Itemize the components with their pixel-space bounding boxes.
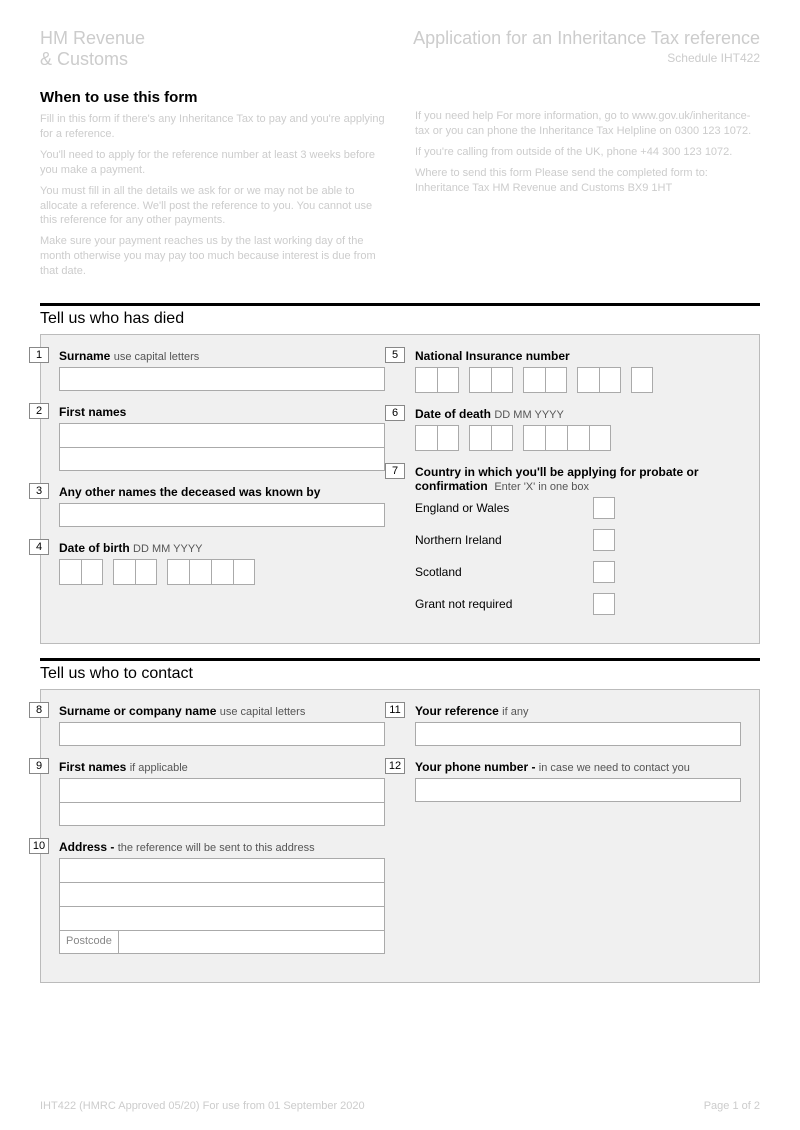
checkbox-england[interactable] [593,497,615,519]
section2-panel: 8 Surname or company name use capital le… [40,689,760,983]
field-number: 3 [29,483,49,499]
field-reference: 11 Your reference if any [415,704,741,746]
document-title-block: Application for an Inheritance Tax refer… [413,28,760,69]
field-label: Surname use capital letters [59,349,385,363]
checkbox-ni[interactable] [593,529,615,551]
intro-right-p2: If you're calling from outside of the UK… [415,145,760,160]
field-dod: 6 Date of death DD MM YYYY [415,407,741,451]
field-number: 1 [29,347,49,363]
nino-boxes[interactable] [415,367,741,393]
contact-surname-input[interactable] [59,722,385,746]
country-option-scotland: Scotland [415,561,615,583]
field-number: 5 [385,347,405,363]
intro-block: When to use this form Fill in this form … [40,89,760,284]
section1-title: Tell us who has died [40,310,760,328]
section2-right: 11 Your reference if any 12 Your phone n… [415,704,741,968]
logo-line2: & Customs [40,49,145,70]
intro-right-p1: If you need help For more information, g… [415,109,760,139]
intro-right-p3: Where to send this form Please send the … [415,166,760,196]
firstnames-input-line2[interactable] [59,447,385,471]
intro-right: If you need help For more information, g… [415,89,760,284]
field-phone: 12 Your phone number - in case we need t… [415,760,741,802]
dod-boxes[interactable] [415,425,741,451]
field-label: Date of death DD MM YYYY [415,407,741,421]
field-address: 10 Address - the reference will be sent … [59,840,385,954]
address-line1[interactable] [59,858,385,882]
footer-right: Page 1 of 2 [704,1100,760,1112]
section2-title: Tell us who to contact [40,665,760,683]
field-nino: 5 National Insurance number [415,349,741,393]
country-option-england: England or Wales [415,497,615,519]
surname-input[interactable] [59,367,385,391]
field-number: 4 [29,539,49,555]
section2-left: 8 Surname or company name use capital le… [59,704,385,968]
field-label: Your phone number - in case we need to c… [415,760,741,774]
checkbox-grant[interactable] [593,593,615,615]
address-line3[interactable] [59,906,385,930]
field-label: Any other names the deceased was known b… [59,485,385,499]
field-number: 6 [385,405,405,421]
contact-firstnames-line2[interactable] [59,802,385,826]
field-label: Country in which you'll be applying for … [415,465,741,493]
field-number: 7 [385,463,405,479]
footer-left: IHT422 (HMRC Approved 05/20) For use fro… [40,1100,365,1112]
reference-input[interactable] [415,722,741,746]
othernames-input[interactable] [59,503,385,527]
field-contact-firstnames: 9 First names if applicable [59,760,385,826]
section1-left: 1 Surname use capital letters 2 First na… [59,349,385,629]
contact-firstnames-line1[interactable] [59,778,385,802]
postcode-label: Postcode [59,930,118,954]
intro-heading: When to use this form [40,89,385,106]
section1-panel: 1 Surname use capital letters 2 First na… [40,334,760,644]
postcode-input[interactable] [118,930,385,954]
document-title: Application for an Inheritance Tax refer… [413,28,760,49]
field-label: First names [59,405,385,419]
section2-rule [40,658,760,661]
intro-p4: Make sure your payment reaches us by the… [40,234,385,279]
field-number: 9 [29,758,49,774]
dob-boxes[interactable] [59,559,385,585]
document-subtitle: Schedule IHT422 [413,51,760,65]
intro-p3: You must fill in all the details we ask … [40,184,385,229]
field-number: 12 [385,758,405,774]
hmrc-logo: HM Revenue & Customs [40,28,145,69]
country-option-ni: Northern Ireland [415,529,615,551]
footer: IHT422 (HMRC Approved 05/20) For use fro… [40,1100,760,1112]
field-number: 8 [29,702,49,718]
field-label: Your reference if any [415,704,741,718]
intro-p1: Fill in this form if there's any Inherit… [40,112,385,142]
field-label: First names if applicable [59,760,385,774]
field-number: 2 [29,403,49,419]
country-option-grant: Grant not required [415,593,615,615]
field-label: Address - the reference will be sent to … [59,840,385,854]
section1-right: 5 National Insurance number 6 Date of de… [415,349,741,629]
firstnames-input-line1[interactable] [59,423,385,447]
checkbox-scotland[interactable] [593,561,615,583]
logo-line1: HM Revenue [40,28,145,49]
field-firstnames: 2 First names [59,405,385,471]
header: HM Revenue & Customs Application for an … [40,28,760,69]
phone-input[interactable] [415,778,741,802]
field-number: 11 [385,702,405,718]
field-contact-surname: 8 Surname or company name use capital le… [59,704,385,746]
field-number: 10 [29,838,49,854]
field-label: National Insurance number [415,349,741,363]
field-label: Surname or company name use capital lett… [59,704,385,718]
field-surname: 1 Surname use capital letters [59,349,385,391]
field-othernames: 3 Any other names the deceased was known… [59,485,385,527]
intro-p2: You'll need to apply for the reference n… [40,148,385,178]
field-dob: 4 Date of birth DD MM YYYY [59,541,385,585]
field-country: 7 Country in which you'll be applying fo… [415,465,741,615]
address-line2[interactable] [59,882,385,906]
intro-left: When to use this form Fill in this form … [40,89,385,284]
section1-rule [40,303,760,306]
field-label: Date of birth DD MM YYYY [59,541,385,555]
